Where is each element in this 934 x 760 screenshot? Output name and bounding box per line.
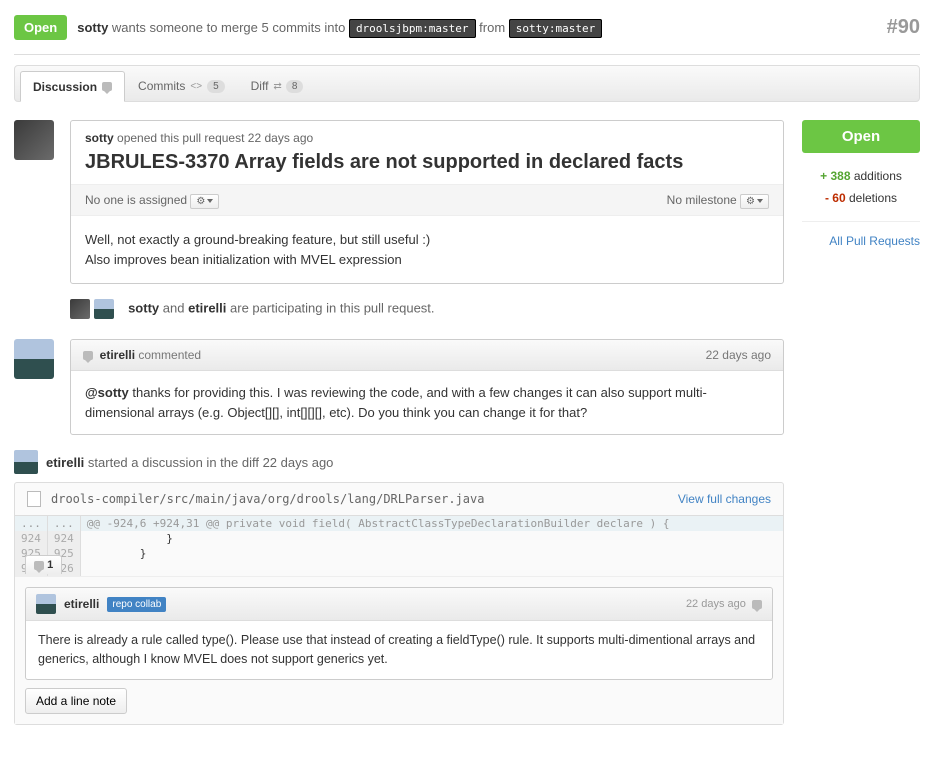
pr-title: JBRULES-3370 Array fields are not suppor… [85, 151, 769, 174]
participant-link[interactable]: etirelli [188, 300, 226, 315]
participants-line: sotty and etirelli are participating in … [70, 299, 784, 319]
diff-icon: ⇄ [273, 81, 280, 92]
comment-icon [34, 561, 44, 570]
code-line: } [80, 546, 783, 561]
pr-opening: sotty opened this pull request 22 days a… [14, 120, 784, 284]
comment-header: etirelli commented 22 days ago [71, 340, 783, 371]
tab-commits[interactable]: Commits <> 5 [125, 71, 238, 101]
pr-body: Well, not exactly a ground-breaking feat… [71, 216, 783, 283]
tab-discussion[interactable]: Discussion [20, 71, 125, 102]
hunk-header: @@ -924,6 +924,31 @@ private void field(… [80, 516, 783, 531]
tab-diff[interactable]: Diff ⇄ 8 [238, 71, 317, 101]
issue-number: #90 [887, 16, 920, 39]
milestone-gear-button[interactable]: ⚙ [740, 194, 769, 209]
comment-author[interactable]: etirelli [100, 348, 135, 362]
avatar[interactable] [14, 120, 54, 160]
file-icon [27, 491, 41, 507]
comment-count-tab[interactable]: 1 [25, 555, 62, 574]
file-path: drools-compiler/src/main/java/org/drools… [51, 492, 668, 506]
pr-author-link[interactable]: sotty [85, 131, 114, 145]
sidebar: Open + 388 additions - 60 deletions All … [802, 120, 920, 740]
diff-table: ......@@ -924,6 +924,31 @@ private void … [15, 516, 783, 576]
comment-icon [752, 600, 762, 609]
code-line [80, 561, 783, 576]
base-branch[interactable]: droolsjbpm:master [349, 19, 476, 38]
participant-link[interactable]: sotty [128, 300, 159, 315]
milestone-info: No milestone ⚙ [667, 193, 769, 207]
comment-item: etirelli commented 22 days ago @sotty th… [14, 339, 784, 435]
view-full-changes-link[interactable]: View full changes [678, 492, 771, 506]
code-line: } [80, 531, 783, 546]
diff-file-box: drools-compiler/src/main/java/org/drools… [14, 482, 784, 725]
participant-avatar[interactable] [94, 299, 114, 319]
discussion-author[interactable]: etirelli [46, 455, 84, 470]
inline-comment: etirelli repo collab 22 days ago There i… [25, 587, 773, 680]
participant-avatar[interactable] [70, 299, 90, 319]
sidebar-status-badge: Open [802, 120, 920, 153]
pr-meta: sotty opened this pull request 22 days a… [85, 131, 769, 145]
tabs-bar: Discussion Commits <> 5 Diff ⇄ 8 [14, 65, 920, 102]
head-branch[interactable]: sotty:master [509, 19, 602, 38]
assignee-info: No one is assigned ⚙ [85, 193, 219, 207]
timestamp: 22 days ago [706, 348, 771, 362]
inline-comment-author[interactable]: etirelli [64, 597, 99, 611]
pr-author[interactable]: sotty [77, 20, 108, 35]
header-text: sotty wants someone to merge 5 commits i… [77, 20, 886, 35]
comment-body: @sotty thanks for providing this. I was … [71, 371, 783, 434]
avatar[interactable] [36, 594, 56, 614]
discussion-header: etirelli started a discussion in the dif… [14, 450, 784, 474]
repo-collab-badge: repo collab [107, 597, 166, 612]
assignee-gear-button[interactable]: ⚙ [190, 194, 219, 209]
deletions-stat: - 60 deletions [802, 187, 920, 209]
timestamp: 22 days ago [248, 131, 313, 145]
status-badge: Open [14, 15, 67, 40]
all-pull-requests-link[interactable]: All Pull Requests [802, 221, 920, 248]
timestamp: 22 days ago [686, 598, 762, 610]
inline-comment-body: There is already a rule called type(). P… [26, 621, 772, 679]
avatar[interactable] [14, 339, 54, 379]
comment-icon [83, 351, 93, 360]
avatar[interactable] [14, 450, 38, 474]
comment-icon [102, 82, 112, 91]
timestamp: 22 days ago [263, 455, 334, 470]
additions-stat: + 388 additions [802, 165, 920, 187]
code-icon: <> [190, 81, 202, 92]
add-line-note-button[interactable]: Add a line note [25, 688, 127, 714]
pr-header: Open sotty wants someone to merge 5 comm… [14, 10, 920, 55]
mention[interactable]: @sotty [85, 385, 129, 400]
